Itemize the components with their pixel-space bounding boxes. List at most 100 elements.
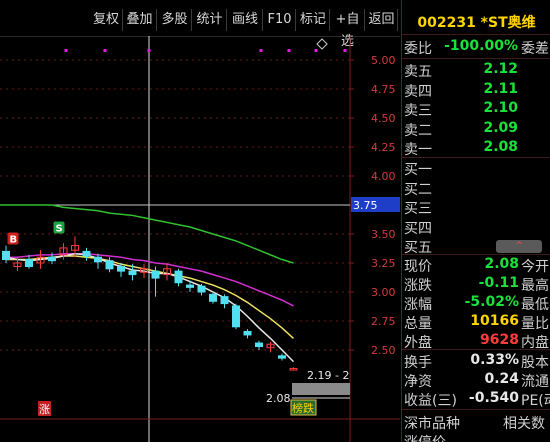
stat-row-trail: 流通	[521, 374, 549, 390]
event-marker	[343, 49, 347, 52]
price-axis-label: 4.75	[371, 83, 396, 96]
sell-level-2-label: 卖二	[404, 122, 432, 139]
stat-row-2-label: 收益(三)	[404, 393, 457, 409]
sell-level-4: 卖四 2.11	[402, 81, 550, 100]
candle-body	[105, 260, 114, 270]
event-marker	[64, 49, 68, 52]
sell-level-1-label: 卖一	[404, 142, 432, 158]
toolbar-button-7[interactable]: +自选	[331, 9, 365, 49]
event-marker	[314, 49, 318, 52]
price-axis-label: 4.25	[371, 141, 396, 154]
quote-row-3-value: 10166	[470, 313, 519, 329]
candle-body	[151, 270, 160, 279]
quote-row-0-label: 现价	[404, 259, 432, 275]
stat-row-2: 收益(三) -0.540PE(动	[402, 390, 550, 409]
sell-level-5-value: 2.12	[483, 61, 518, 77]
candle-body	[82, 250, 91, 257]
low-price-label: 2.08	[266, 392, 291, 405]
wei-bi-value: -100.00%	[444, 38, 518, 54]
candle-body	[186, 284, 194, 288]
buy-level-1: 买一	[402, 159, 550, 178]
quote-row-trail: 今开	[521, 259, 549, 275]
toolbar-button-8[interactable]: 返回	[366, 9, 398, 31]
collapse-button[interactable]: ^	[496, 240, 542, 253]
candle-body	[209, 293, 217, 302]
price-axis-label: 3.25	[371, 257, 396, 270]
toolbar-button-6[interactable]: 标记	[297, 9, 330, 31]
kline-chart-svg[interactable]: 5.00 4.75 4.50 4.25 4.00 3.75 3.50 3.25 3.00 2.75…	[0, 36, 400, 442]
price-axis-label: 5.00	[371, 54, 396, 67]
candle-body	[128, 270, 137, 276]
toolbar-button-5[interactable]: F10	[264, 9, 296, 31]
stat-row-0: 换手 0.33% 股本	[402, 352, 550, 371]
divider	[402, 34, 550, 35]
stat-row-trail: PE(动	[521, 393, 550, 409]
sell-level-4-label: 卖四	[404, 83, 432, 100]
candle-body	[117, 265, 125, 272]
candle-body	[278, 355, 286, 359]
candle-body	[94, 256, 102, 263]
diamond-icon	[316, 38, 328, 50]
limit-up-row: 涨停价	[402, 432, 550, 442]
limit-up-label: 涨停价	[404, 432, 446, 442]
crosshair-price-value: 3.75	[353, 199, 378, 212]
stat-row-0-label: 换手	[404, 355, 432, 371]
divider	[402, 349, 550, 350]
sell-level-2-value: 2.09	[483, 119, 518, 136]
buy-level-2: 买二	[402, 179, 550, 198]
stat-row-1-label: 净资	[404, 374, 432, 390]
kline-chart[interactable]: 5.00 4.75 4.50 4.25 4.00 3.75 3.50 3.25 3.00 2.75…	[0, 36, 400, 442]
toolbar-button-2[interactable]: 多股	[158, 9, 192, 31]
sell-level-3-value: 2.10	[483, 100, 518, 116]
buy-level-label: 买一	[404, 162, 432, 178]
quote-row-trail: 量比	[521, 316, 549, 332]
sell-level-4-value: 2.11	[483, 80, 518, 97]
candle-body	[232, 305, 240, 328]
candle-body	[25, 259, 33, 267]
stat-row-1-value: 0.24	[484, 371, 519, 387]
price-axis-label: 2.75	[371, 315, 396, 328]
ranking-tag: 榜跌	[292, 401, 314, 415]
event-marker	[287, 49, 291, 52]
buy-level-label: 买四	[404, 220, 432, 237]
stat-row-2-value: -0.540	[468, 390, 519, 406]
sell-marker: S	[56, 224, 63, 235]
market-type-row[interactable]: 深市品种 相关数	[402, 413, 550, 432]
stat-row-1: 净资 0.24 流通	[402, 371, 550, 390]
quote-row-2: 涨幅 -5.02% 最低	[402, 294, 550, 313]
toolbar-button-4[interactable]: 画线	[228, 9, 263, 31]
quote-panel: 002231 *ST奥维 委比 -100.00% 委差 卖五 2.12 卖四 2.11…	[401, 0, 550, 442]
wei-bi-row: 委比 -100.00% 委差	[402, 38, 550, 57]
candle-body	[48, 256, 56, 262]
price-axis-label: 2.50	[371, 344, 396, 357]
divider	[402, 409, 550, 410]
toolbar-button-0[interactable]: 复权	[90, 9, 123, 31]
price-axis-label: 4.50	[371, 112, 396, 125]
price-axis-label: 3.50	[371, 228, 396, 241]
candle-body	[243, 330, 252, 336]
quote-row-1: 涨跌 -0.11 最高	[402, 275, 550, 294]
ma-yellow-line	[6, 255, 295, 339]
wei-bi-label: 委比	[404, 41, 432, 57]
stock-code-name[interactable]: 002231 *ST奥维	[402, 12, 550, 34]
ma-magenta-line	[6, 252, 294, 307]
quote-row-0: 现价 2.08 今开	[402, 256, 550, 275]
toolbar-button-1[interactable]: 叠加	[123, 9, 157, 31]
stat-row-trail: 股本	[521, 355, 549, 371]
divider	[402, 254, 550, 255]
event-marker	[259, 49, 263, 52]
sell-level-5: 卖五 2.12	[402, 61, 550, 80]
event-marker	[103, 49, 107, 52]
range-text: 2.19 - 2	[307, 369, 349, 382]
event-marker	[147, 49, 151, 52]
sell-level-5-label: 卖五	[404, 64, 432, 80]
related-data-label[interactable]: 相关数	[503, 413, 545, 433]
sell-level-1-value: 2.08	[483, 139, 518, 155]
stat-row-0-value: 0.33%	[470, 352, 519, 368]
candle-body	[255, 342, 263, 348]
toolbar-button-3[interactable]: 统计	[193, 9, 227, 31]
market-type-label[interactable]: 深市品种	[404, 413, 460, 433]
quote-row-2-value: -5.02%	[464, 294, 519, 310]
sell-level-3: 卖三 2.10	[402, 100, 550, 119]
sell-level-1: 卖一 2.08	[402, 139, 550, 158]
